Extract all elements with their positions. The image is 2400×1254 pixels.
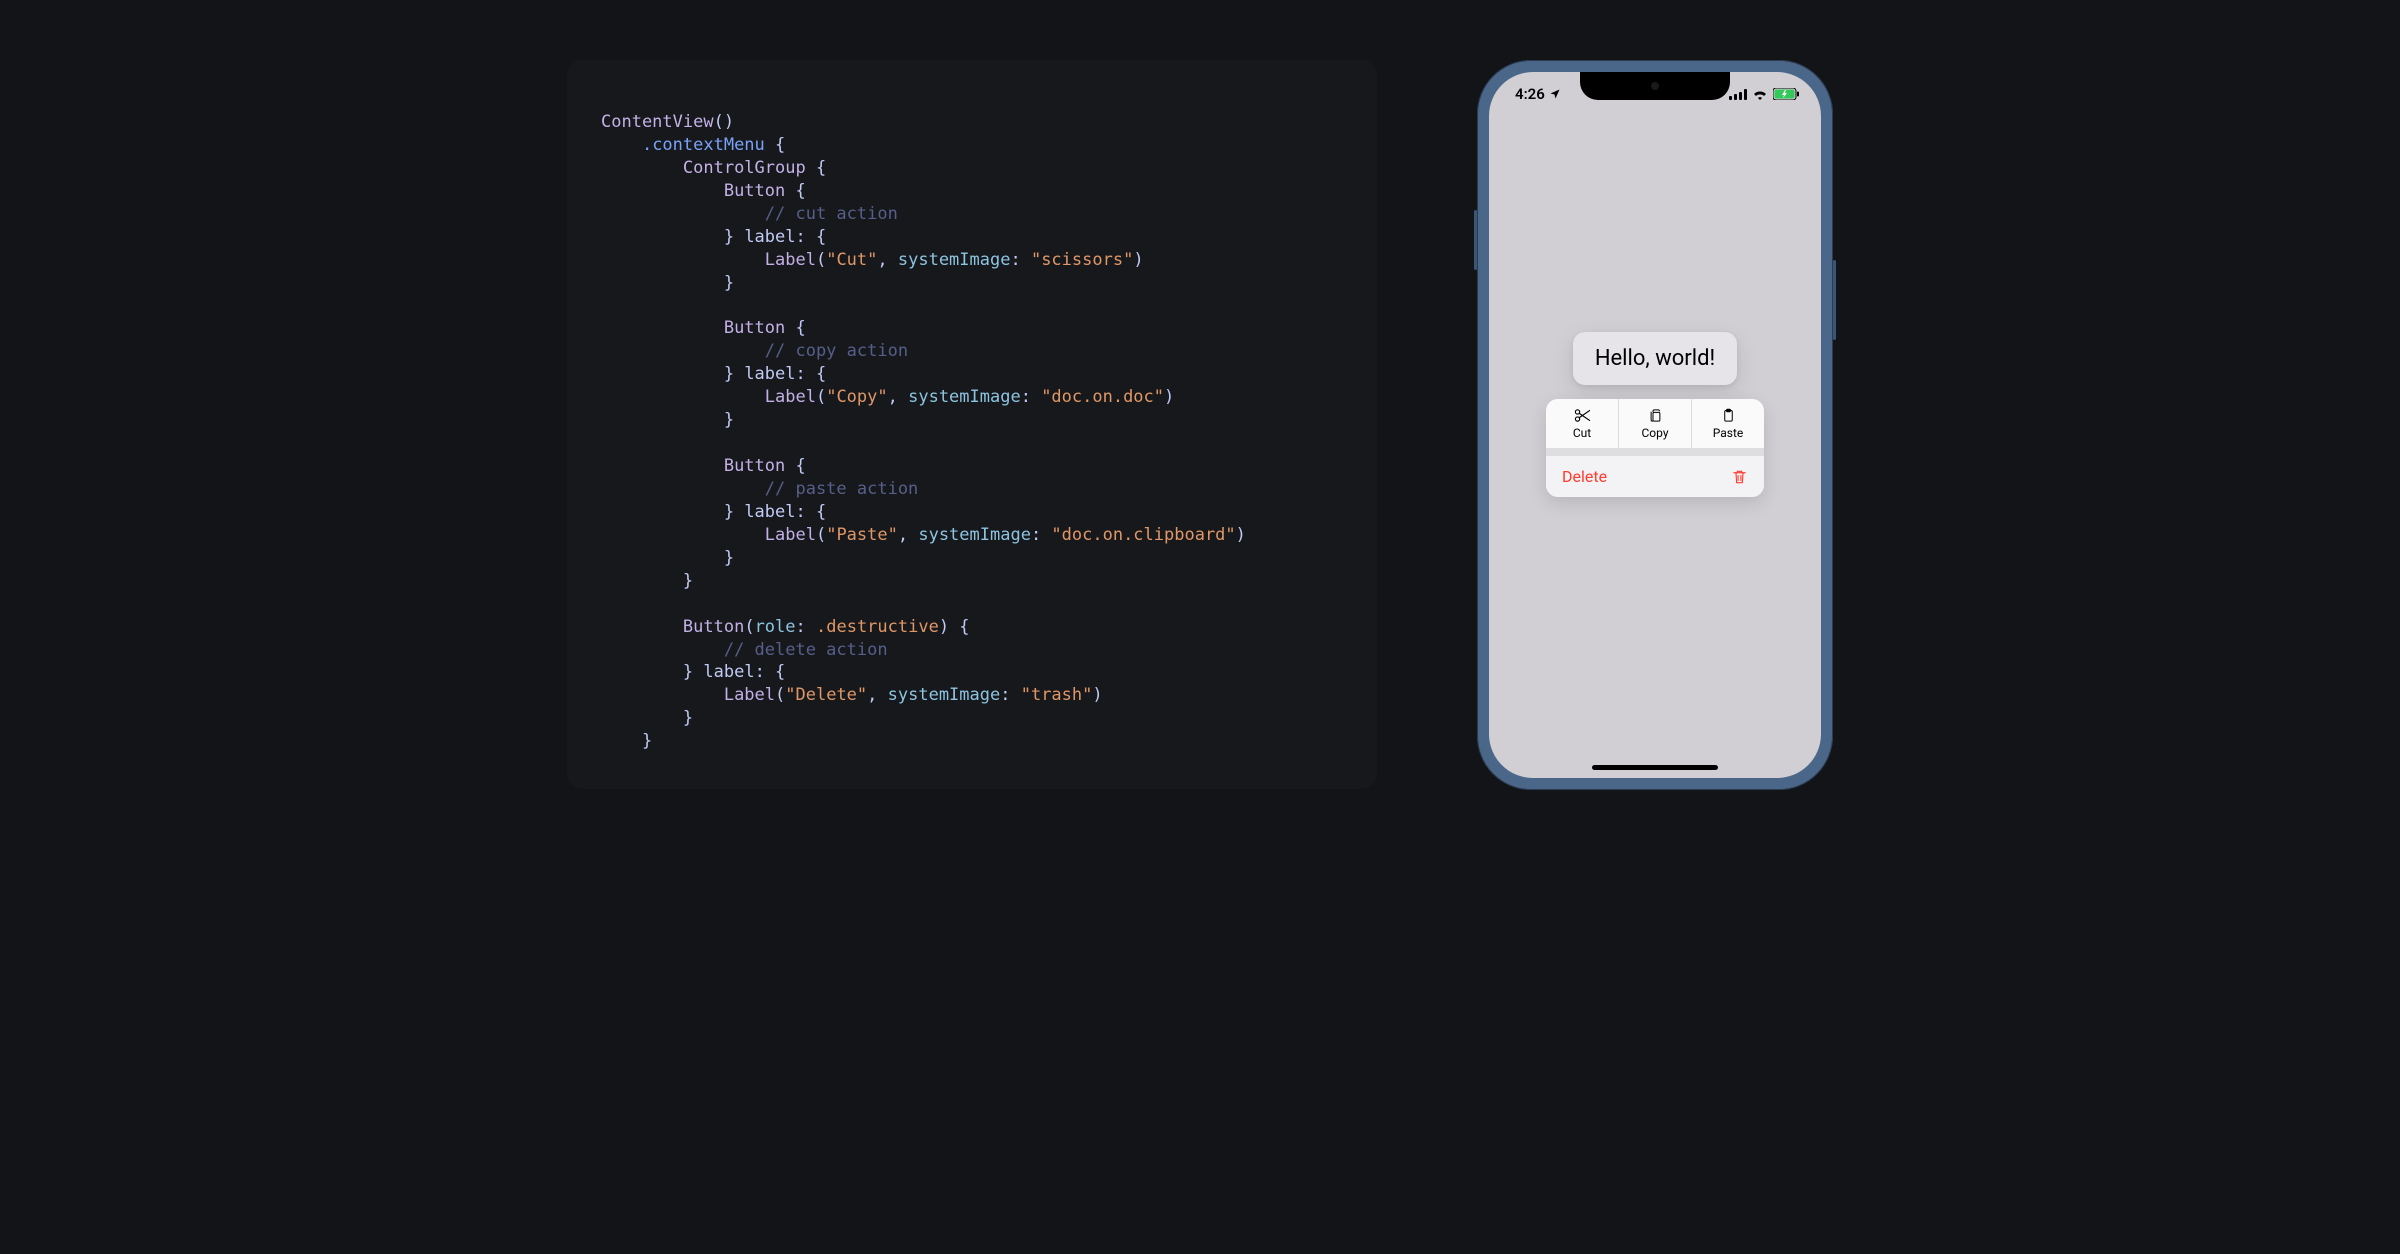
paste-label: Paste — [1713, 426, 1744, 440]
code-comment: // delete action — [724, 640, 888, 660]
copy-label: Copy — [1641, 426, 1668, 440]
wifi-icon — [1752, 88, 1768, 100]
doc-on-clipboard-icon — [1720, 408, 1737, 423]
scissors-icon — [1574, 408, 1591, 423]
phone-screen: 4:26 Hello, world! — [1489, 72, 1821, 778]
trash-icon — [1731, 468, 1748, 486]
code-comment: // paste action — [765, 479, 919, 499]
code-token-modifier: .contextMenu — [642, 135, 765, 155]
cut-label: Cut — [1573, 426, 1591, 440]
code-comment: // cut action — [765, 204, 898, 224]
code-comment: // copy action — [765, 341, 908, 361]
menu-divider — [1546, 448, 1764, 456]
location-arrow-icon — [1549, 88, 1561, 100]
phone-notch — [1580, 72, 1730, 100]
code-token-type: Button — [724, 181, 785, 201]
delete-button[interactable]: Delete — [1546, 456, 1764, 497]
cellular-signal-icon — [1729, 89, 1747, 100]
status-time: 4:26 — [1515, 85, 1545, 103]
delete-label: Delete — [1562, 467, 1607, 486]
home-indicator[interactable] — [1592, 765, 1718, 770]
code-block: ContentView() .contextMenu { ControlGrou… — [567, 60, 1377, 789]
preview-text: Hello, world! — [1595, 346, 1715, 371]
context-menu-card: Cut Copy — [1546, 399, 1764, 497]
phone-frame: 4:26 Hello, world! — [1477, 60, 1833, 790]
control-group: Cut Copy — [1546, 399, 1764, 448]
code-token-type: ControlGroup — [683, 158, 806, 178]
doc-on-doc-icon — [1647, 408, 1664, 423]
code-token-type: ContentView — [601, 112, 714, 132]
cut-button[interactable]: Cut — [1546, 399, 1618, 448]
context-menu: Hello, world! Cut — [1546, 332, 1764, 497]
paste-button[interactable]: Paste — [1691, 399, 1764, 448]
context-menu-preview[interactable]: Hello, world! — [1573, 332, 1737, 385]
copy-button[interactable]: Copy — [1618, 399, 1691, 448]
battery-charging-icon — [1773, 88, 1799, 100]
